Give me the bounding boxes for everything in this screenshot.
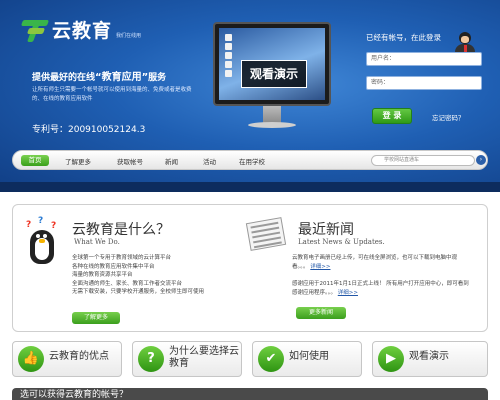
nav-item-activities[interactable]: 活动 xyxy=(203,156,216,166)
more-news-button[interactable]: 更多新闻 xyxy=(296,307,346,319)
news-detail-link-2[interactable]: 详细>> xyxy=(338,290,358,296)
patent-number: 专利号：200910052124.3 xyxy=(32,125,146,135)
hero-slogan: 提供最好的在线“教育应用”服务 xyxy=(32,72,167,83)
search-button-icon[interactable]: › xyxy=(476,155,486,165)
nav-item-home[interactable]: 首页 xyxy=(21,155,49,166)
play-icon: ▶ xyxy=(378,346,404,372)
news-subtitle: Latest News & Updates. xyxy=(298,238,385,246)
penguin-mascot-icon: ? ? ? xyxy=(24,216,60,266)
logo-mark-icon xyxy=(20,20,50,42)
learn-more-button[interactable]: 了解更多 xyxy=(72,312,120,324)
news-item-2: 感谢应用于2011年1月1日正式上线！ 所有用户打开应用中心，即可看到感谢应用程… xyxy=(292,281,469,296)
nav-item-get-account[interactable]: 获取帐号 xyxy=(117,156,143,166)
news-item-1: 云教育电子画册已经上传，可在线全屏浏览，也可以下载到电脑中观看。。。 详细>> xyxy=(292,255,458,270)
nav-item-news[interactable]: 新闻 xyxy=(165,156,178,166)
nav-item-learn-more[interactable]: 了解更多 xyxy=(65,156,91,166)
bottom-section-header: 选可以获得云教育的帐号？ xyxy=(12,388,488,400)
check-icon: ✔ xyxy=(258,346,284,372)
username-field[interactable]: 用户名： xyxy=(366,52,482,66)
forgot-password-link[interactable]: 忘记密码？ xyxy=(432,112,465,122)
nav-item-schools[interactable]: 在用学校 xyxy=(239,156,265,166)
hero-banner: 云教育 我们在线用 提供最好的在线“教育应用”服务 让所有师生只需要一个帐号就可… xyxy=(0,0,500,188)
login-button[interactable]: 登 录 xyxy=(372,108,412,124)
news-title: 最近新闻 xyxy=(298,222,354,238)
logo[interactable]: 云教育 我们在线用 xyxy=(20,20,142,42)
feature-watch-demo-button[interactable]: ▶ 观看演示 xyxy=(372,341,488,377)
thumbs-up-icon: 👍 xyxy=(18,346,44,372)
brand-name: 云教育 xyxy=(52,20,113,42)
news-detail-link-1[interactable]: 详细>> xyxy=(310,264,330,270)
watch-demo-button[interactable]: 观看演示 xyxy=(241,60,307,88)
about-title: 云教育是什么？ xyxy=(72,222,170,238)
feature-label: 观看演示 xyxy=(409,351,449,362)
brand-tagline: 我们在线用 xyxy=(116,33,142,39)
hero-bottom-strip xyxy=(0,182,500,192)
feature-how-to-use-button[interactable]: ✔ 如何使用 xyxy=(252,341,362,377)
about-subtitle: What We Do. xyxy=(74,238,120,246)
main-nav: 首页 了解更多 获取帐号 新闻 活动 在用学校 学校网站直通车 › xyxy=(12,150,488,170)
login-title: 已经有帐号，在此登录 xyxy=(366,33,441,42)
feature-label: 为什么要选择云教育 xyxy=(169,346,239,369)
feature-label: 如何使用 xyxy=(289,351,329,362)
question-icon: ? xyxy=(138,346,164,372)
feature-label: 云教育的优点 xyxy=(49,351,109,362)
about-list: 全球第一个专用于教育领域的云计算平台 各种在线的教育应用软件集中平台 海量的教育… xyxy=(72,255,205,295)
feature-advantages-button[interactable]: 👍 云教育的优点 xyxy=(12,341,122,377)
school-search-input[interactable]: 学校网站直通车 xyxy=(371,155,475,166)
feature-why-choose-button[interactable]: ? 为什么要选择云教育 xyxy=(132,341,242,377)
hero-intro: 让所有师生只需要一个帐号就可以使用到海量的、免费或者是收费的、在线的教育应用软件 xyxy=(32,87,192,102)
password-field[interactable]: 密码： xyxy=(366,76,482,90)
